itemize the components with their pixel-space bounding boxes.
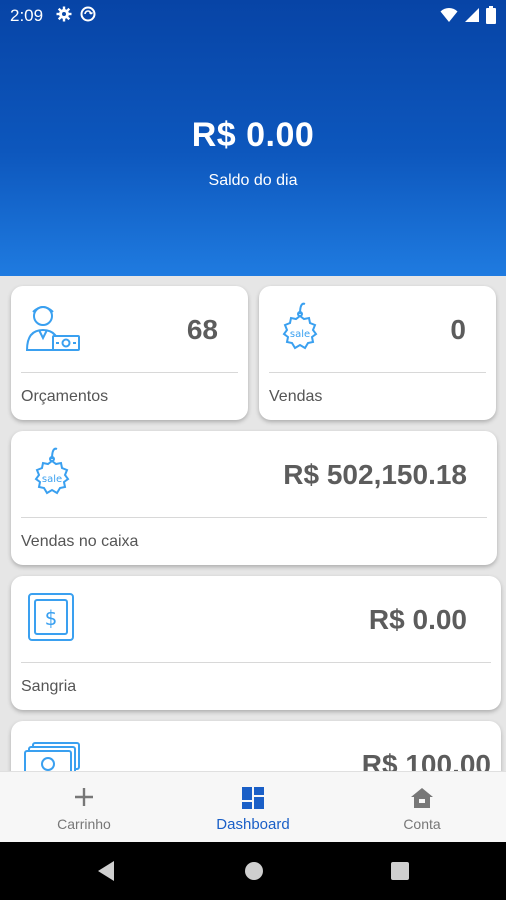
vendas-caixa-card[interactable]: sale R$ 502,150.18 Vendas no caixa [11, 431, 497, 565]
vendas-count: 0 [450, 314, 466, 345]
wifi-icon [440, 7, 458, 28]
app-screen: 2:09 R$ 0.00 Saldo do dia 68 Orçamentos … [0, 0, 506, 900]
sangria-card[interactable]: $ R$ 0.00 Sangria [11, 576, 501, 710]
home-icon [338, 786, 506, 812]
home-circle-icon[interactable] [244, 861, 264, 886]
sangria-label: Sangria [21, 678, 77, 695]
dollar-box-icon: $ [27, 592, 75, 647]
vendas-caixa-value: R$ 502,150.18 [283, 459, 467, 490]
svg-text:$: $ [45, 606, 58, 630]
orcamentos-card[interactable]: 68 Orçamentos [11, 286, 248, 420]
vendas-label: Vendas [269, 388, 323, 405]
sync-icon [80, 6, 96, 27]
plus-icon [0, 786, 168, 812]
nav-label-carrinho: Carrinho [57, 816, 111, 832]
orcamentos-count: 68 [186, 314, 218, 345]
nav-label-conta: Conta [403, 816, 441, 832]
orcamentos-label: Orçamentos [21, 388, 109, 405]
card-divider [21, 372, 238, 373]
signal-icon [464, 7, 480, 28]
svg-text:sale: sale [42, 474, 62, 485]
nav-item-conta[interactable]: Conta [338, 772, 506, 843]
card-divider [269, 372, 486, 373]
system-navigation-bar [0, 842, 506, 900]
sale-tag-icon: sale [275, 298, 325, 359]
battery-icon [486, 6, 496, 29]
back-icon[interactable] [96, 860, 116, 887]
card-divider [21, 517, 487, 518]
vendas-caixa-label: Vendas no caixa [21, 533, 139, 550]
card-divider [21, 662, 491, 663]
nav-item-dashboard[interactable]: Dashboard [169, 772, 337, 843]
dashboard-icon [169, 786, 337, 812]
bottom-navigation: Carrinho Dashboard Conta [0, 771, 506, 842]
sangria-value: R$ 0.00 [368, 604, 467, 635]
status-time: 2:09 [10, 6, 44, 25]
person-money-icon [23, 300, 81, 359]
vendas-card[interactable]: sale 0 Vendas [259, 286, 496, 420]
recents-icon[interactable] [391, 862, 409, 885]
daily-balance-label: Saldo do dia [208, 172, 298, 189]
status-bar: 2:09 [0, 0, 506, 32]
svg-text:sale: sale [290, 329, 310, 340]
header-banner: 2:09 R$ 0.00 Saldo do dia [0, 0, 506, 276]
sale-tag-icon: sale [27, 443, 77, 504]
gear-icon [56, 6, 72, 27]
nav-item-carrinho[interactable]: Carrinho [0, 772, 168, 843]
daily-balance-value: R$ 0.00 [191, 116, 315, 154]
nav-label-dashboard: Dashboard [216, 816, 290, 833]
